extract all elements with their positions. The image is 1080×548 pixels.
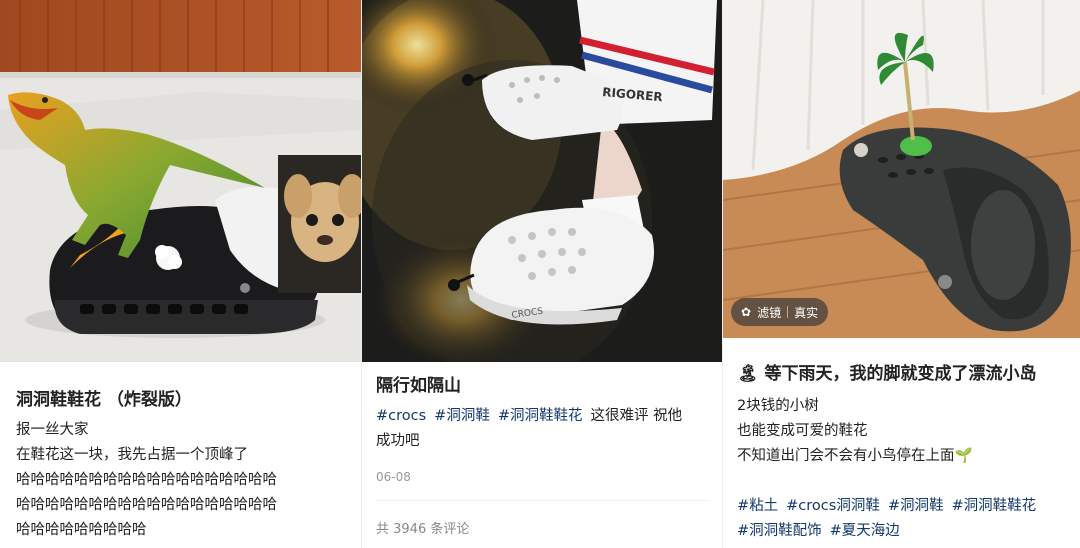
hashtag-link[interactable]: #粘土 xyxy=(737,498,778,514)
post-3-body: 2块钱的小树 也能变成可爱的鞋花 不知道出门会不会有小鸟停在上面🌱 xyxy=(737,394,973,469)
post-card-1[interactable]: 洞洞鞋鞋花 （炸裂版） 报一丝大家 在鞋花这一块，我先占据一个顶峰了 哈哈哈哈哈… xyxy=(0,0,361,548)
post-2-body-text: 这很难评 祝他 xyxy=(590,408,683,424)
post-1-body-line: 哈哈哈哈哈哈哈哈哈哈哈哈哈哈哈哈哈哈 xyxy=(16,497,277,513)
post-3-tags: #粘土 #crocs洞洞鞋 #洞洞鞋 #洞洞鞋鞋花 #洞洞鞋配饰 #夏天海边 xyxy=(737,494,1044,544)
post-3-body-text: 不知道出门会不会有小鸟停在上面 xyxy=(737,448,955,464)
post-3-photo[interactable]: ✿ 滤镜 真实 xyxy=(723,0,1080,338)
post-1-body: 报一丝大家 在鞋花这一块，我先占据一个顶峰了 哈哈哈哈哈哈哈哈哈哈哈哈哈哈哈哈哈… xyxy=(16,418,277,543)
post-3-title: 🏝 等下雨天，我的脚就变成了漂流小岛 xyxy=(737,362,1037,386)
hashtag-link[interactable]: #洞洞鞋鞋花 xyxy=(951,498,1036,514)
post-1-body-line: 哈哈哈哈哈哈哈哈哈哈哈哈哈哈哈哈哈哈 xyxy=(16,472,277,488)
hashtag-link[interactable]: #洞洞鞋 xyxy=(434,408,490,424)
filter-label: 滤镜 xyxy=(757,305,782,320)
post-1-body-line: 报一丝大家 xyxy=(16,422,89,438)
post-3-title-text: 等下雨天，我的脚就变成了漂流小岛 xyxy=(764,364,1037,384)
island-emoji-icon: 🏝 xyxy=(737,364,759,384)
hashtag-link[interactable]: #crocs洞洞鞋 xyxy=(786,498,880,514)
post-2-title: 隔行如隔山 xyxy=(376,376,461,396)
post-3-body-line: 也能变成可爱的鞋花 xyxy=(737,423,868,439)
hashtag-link[interactable]: #crocs xyxy=(376,408,426,424)
post-3-body-line: 2块钱的小树 xyxy=(737,398,819,414)
crocs-lights-image: CROCS RIGORER xyxy=(362,0,722,362)
post-3-tags-line: #粘土 #crocs洞洞鞋 #洞洞鞋 #洞洞鞋鞋花 xyxy=(737,494,1044,519)
post-1-title: 洞洞鞋鞋花 （炸裂版） xyxy=(16,390,192,410)
crocs-dinosaur-image xyxy=(0,0,361,362)
post-1-body-line: 在鞋花这一块，我先占据一个顶峰了 xyxy=(16,447,248,463)
post-card-3[interactable]: ✿ 滤镜 真实 🏝 等下雨天，我的脚就变成了漂流小岛 2块钱的小树 也能变成可爱… xyxy=(722,0,1080,548)
filter-badge[interactable]: ✿ 滤镜 真实 xyxy=(731,298,829,326)
post-card-2[interactable]: CROCS RIGORER 隔行如隔山 #crocs #洞洞鞋 #洞洞鞋鞋花 这很难评… xyxy=(361,0,722,548)
comment-count[interactable]: 共 3946 条评论 xyxy=(376,518,469,537)
post-2-body-text: 成功吧 xyxy=(376,433,420,449)
post-1-body-line: 哈哈哈哈哈哈哈哈哈 xyxy=(16,522,147,538)
post-3-tags-line: #洞洞鞋配饰 #夏天海边 xyxy=(737,519,1044,544)
sprout-emoji-icon: 🌱 xyxy=(954,448,973,464)
post-2-body: #crocs #洞洞鞋 #洞洞鞋鞋花 这很难评 祝他 成功吧 xyxy=(376,404,682,454)
hashtag-link[interactable]: #洞洞鞋配饰 xyxy=(737,523,822,539)
hashtag-link[interactable]: #洞洞鞋 xyxy=(888,498,944,514)
filter-icon: ✿ xyxy=(741,305,752,319)
divider xyxy=(376,500,709,501)
post-1-photo[interactable] xyxy=(0,0,361,362)
real-label: 真实 xyxy=(794,305,819,320)
hashtag-link[interactable]: #夏天海边 xyxy=(830,523,900,539)
post-2-tags-line: #crocs #洞洞鞋 #洞洞鞋鞋花 这很难评 祝他 xyxy=(376,404,682,429)
post-3-body-line: 不知道出门会不会有小鸟停在上面🌱 xyxy=(737,444,973,469)
divider xyxy=(787,306,789,318)
crocs-palm-tree-image xyxy=(723,0,1080,338)
post-date: 06-08 xyxy=(376,470,411,484)
hashtag-link[interactable]: #洞洞鞋鞋花 xyxy=(498,408,583,424)
post-2-photo[interactable]: CROCS RIGORER xyxy=(362,0,722,362)
